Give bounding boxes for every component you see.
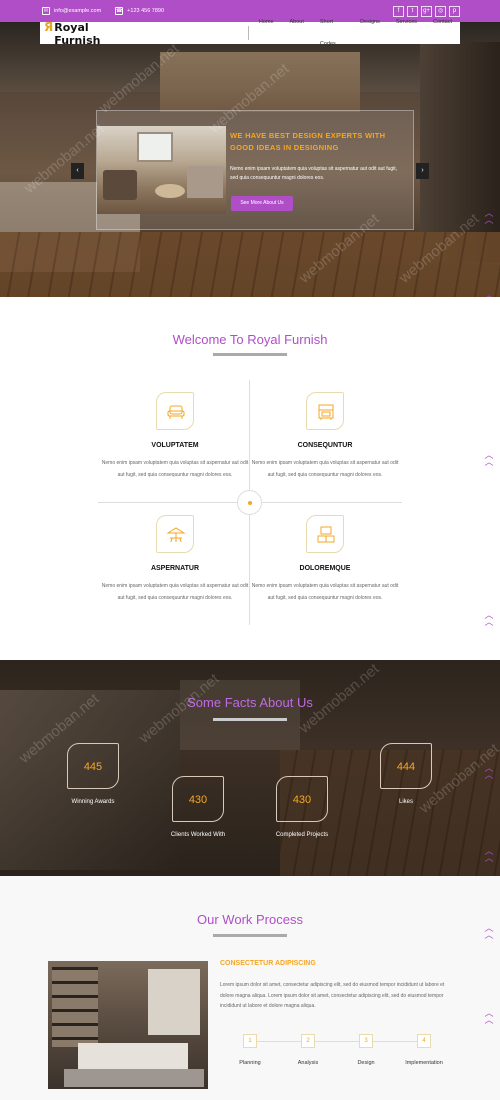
img-shelf bbox=[52, 967, 98, 1047]
process-step: 4 Implementation bbox=[394, 1034, 454, 1066]
title-underline bbox=[213, 353, 287, 356]
process-image bbox=[48, 961, 208, 1089]
feature-text: Nemo enim ipsam voluptatem quia voluptas… bbox=[251, 460, 399, 478]
phone-icon: ☎ bbox=[115, 7, 124, 15]
img-window bbox=[148, 969, 200, 1035]
main-navbar: Я Royal Furnish Home About Short Codes D… bbox=[40, 19, 460, 47]
fact-value: 430 bbox=[172, 776, 224, 822]
step-number: 3 bbox=[359, 1034, 373, 1048]
fact-value: 444 bbox=[380, 743, 432, 789]
feature-title: ASPERNATUR bbox=[150, 565, 200, 572]
nav-services[interactable]: Services bbox=[388, 11, 425, 55]
process-heading: CONSECTETUR ADIPISCING bbox=[220, 960, 316, 967]
email-contact[interactable]: ✉ info@example.com bbox=[42, 7, 101, 15]
step-label: Implementation bbox=[405, 1060, 443, 1066]
process-step: 2 Analysis bbox=[278, 1034, 338, 1066]
grid-center-dot bbox=[237, 490, 262, 515]
step-number: 4 bbox=[417, 1034, 431, 1048]
nav-home[interactable]: Home bbox=[251, 11, 282, 55]
feature-text: Nemo enim ipsam voluptatem quia voluptas… bbox=[101, 460, 249, 478]
fact-label: Clients Worked With bbox=[170, 832, 226, 838]
img-chair bbox=[103, 170, 137, 200]
feature-card: ASPERNATUR Nemo enim ipsam voluptatem qu… bbox=[100, 515, 250, 604]
patio-umbrella-icon bbox=[156, 515, 194, 553]
logo-text: Royal Furnish bbox=[54, 20, 101, 47]
phone-text: +123 456 7890 bbox=[127, 8, 165, 14]
fact-item: 445 Winning Awards bbox=[43, 743, 143, 805]
scroll-up-icon[interactable]: ︿︿ bbox=[484, 209, 494, 225]
process-step: 1 Planning bbox=[220, 1034, 280, 1066]
nav-contact[interactable]: Contact bbox=[425, 11, 460, 55]
fact-item: 430 Completed Projects bbox=[252, 776, 352, 838]
feature-card: DOLOREMQUE Nemo enim ipsam voluptatem qu… bbox=[250, 515, 400, 604]
scroll-up-icon[interactable]: ︿︿ bbox=[484, 1009, 494, 1025]
slider-prev-button[interactable]: ‹ bbox=[71, 163, 84, 179]
scroll-up-icon[interactable]: ︿︿ bbox=[484, 611, 494, 627]
fact-label: Winning Awards bbox=[71, 799, 115, 805]
hero-slide-image bbox=[97, 126, 226, 214]
feature-text: Nemo enim ipsam voluptatem quia voluptas… bbox=[251, 583, 399, 601]
phone-contact: ☎ +123 456 7890 bbox=[115, 7, 164, 15]
site-logo[interactable]: Я Royal Furnish bbox=[44, 20, 136, 47]
email-text: info@example.com bbox=[54, 8, 102, 14]
process-step: 3 Design bbox=[336, 1034, 396, 1066]
logo-mark: Я bbox=[44, 19, 54, 34]
title-underline bbox=[213, 718, 287, 721]
step-label: Analysis bbox=[297, 1060, 319, 1066]
feature-title: DOLOREMQUE bbox=[299, 565, 351, 572]
cabinet-icon bbox=[306, 392, 344, 430]
step-label: Planning bbox=[239, 1060, 261, 1066]
tv-stand-icon bbox=[306, 515, 344, 553]
feature-title: CONSEQUNTUR bbox=[297, 442, 353, 449]
process-text: Lorem ipsum dolor sit amet, consectetur … bbox=[220, 982, 445, 1009]
title-underline bbox=[213, 934, 287, 937]
img-sofa bbox=[187, 166, 223, 198]
fact-value: 430 bbox=[276, 776, 328, 822]
fact-item: 430 Clients Worked With bbox=[148, 776, 248, 838]
img-table bbox=[155, 184, 185, 198]
nav-about[interactable]: About bbox=[282, 11, 312, 55]
hero-text: Nemo enim ipsam voluptatem quia voluptas… bbox=[230, 166, 398, 181]
scroll-up-icon[interactable]: ︿︿ bbox=[484, 764, 494, 780]
scroll-up-icon[interactable]: ︿︿ bbox=[484, 847, 494, 863]
scroll-up-icon[interactable]: ︿︿ bbox=[484, 451, 494, 467]
img-rug bbox=[64, 1069, 204, 1087]
nav-menu: Home About Short Codes Designs Services … bbox=[251, 11, 460, 55]
welcome-title: Welcome To Royal Furnish bbox=[172, 332, 328, 347]
slider-next-button[interactable]: › bbox=[416, 163, 429, 179]
step-label: Design bbox=[357, 1060, 375, 1066]
feature-card: VOLUPTATEM Nemo enim ipsam voluptatem qu… bbox=[100, 392, 250, 481]
scroll-up-icon[interactable]: ︿︿ bbox=[484, 924, 494, 940]
step-number: 1 bbox=[243, 1034, 257, 1048]
nav-designs[interactable]: Designs bbox=[352, 11, 388, 55]
fact-label: Completed Projects bbox=[275, 832, 329, 838]
nav-short-codes[interactable]: Short Codes bbox=[312, 11, 352, 55]
feature-text: Nemo enim ipsam voluptatem quia voluptas… bbox=[101, 583, 249, 601]
process-title: Our Work Process bbox=[197, 912, 303, 927]
mail-icon: ✉ bbox=[42, 7, 50, 15]
feature-title: VOLUPTATEM bbox=[151, 442, 199, 449]
see-more-button[interactable]: See More About Us bbox=[231, 196, 293, 211]
img-window bbox=[137, 132, 173, 162]
fact-value: 445 bbox=[67, 743, 119, 789]
feature-card: CONSEQUNTUR Nemo enim ipsam voluptatem q… bbox=[250, 392, 400, 481]
step-number: 2 bbox=[301, 1034, 315, 1048]
hero-title: WE HAVE BEST DESIGN EXPERTS WITH GOOD ID… bbox=[230, 131, 386, 152]
nav-divider bbox=[247, 26, 249, 40]
armchair-icon bbox=[156, 392, 194, 430]
